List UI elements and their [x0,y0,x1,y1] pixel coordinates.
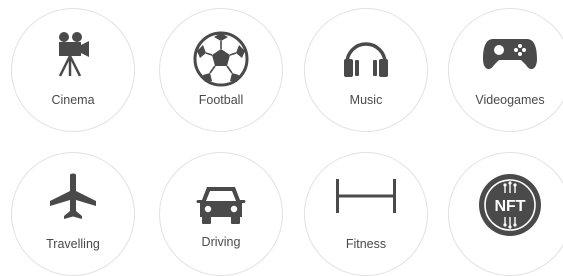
film-camera-icon [58,32,89,77]
headphones-icon [344,42,388,77]
nft-badge-text: NFT [494,198,525,215]
interest-tile-music[interactable]: Music [304,8,428,132]
interests-grid: Cinema Football Music Videogames Travell… [0,0,563,276]
interest-tile-cinema[interactable]: Cinema [11,8,135,132]
interest-label: Cinema [51,93,95,107]
interest-tile-football[interactable]: Football [159,8,283,132]
soccer-ball-icon [193,31,249,87]
interest-label: Fitness [345,237,387,251]
interest-label: Videogames [475,93,545,107]
interest-label: Music [349,93,383,107]
interest-tile-driving[interactable]: Driving [159,152,283,276]
interest-label: Travelling [46,237,100,251]
interest-label: Football [198,93,244,107]
interest-tile-travelling[interactable]: Travelling [11,152,135,276]
interest-tile-videogames[interactable]: Videogames [448,8,563,132]
airplane-icon [50,173,96,219]
interest-tile-nft[interactable]: NFT [448,152,563,276]
interest-tile-fitness[interactable]: Fitness [304,152,428,276]
car-icon [196,187,246,224]
nft-badge-icon: NFT [479,174,541,236]
dumbbell-bar-icon [336,179,396,213]
interest-label: Driving [201,235,241,249]
gamepad-icon [483,39,537,70]
